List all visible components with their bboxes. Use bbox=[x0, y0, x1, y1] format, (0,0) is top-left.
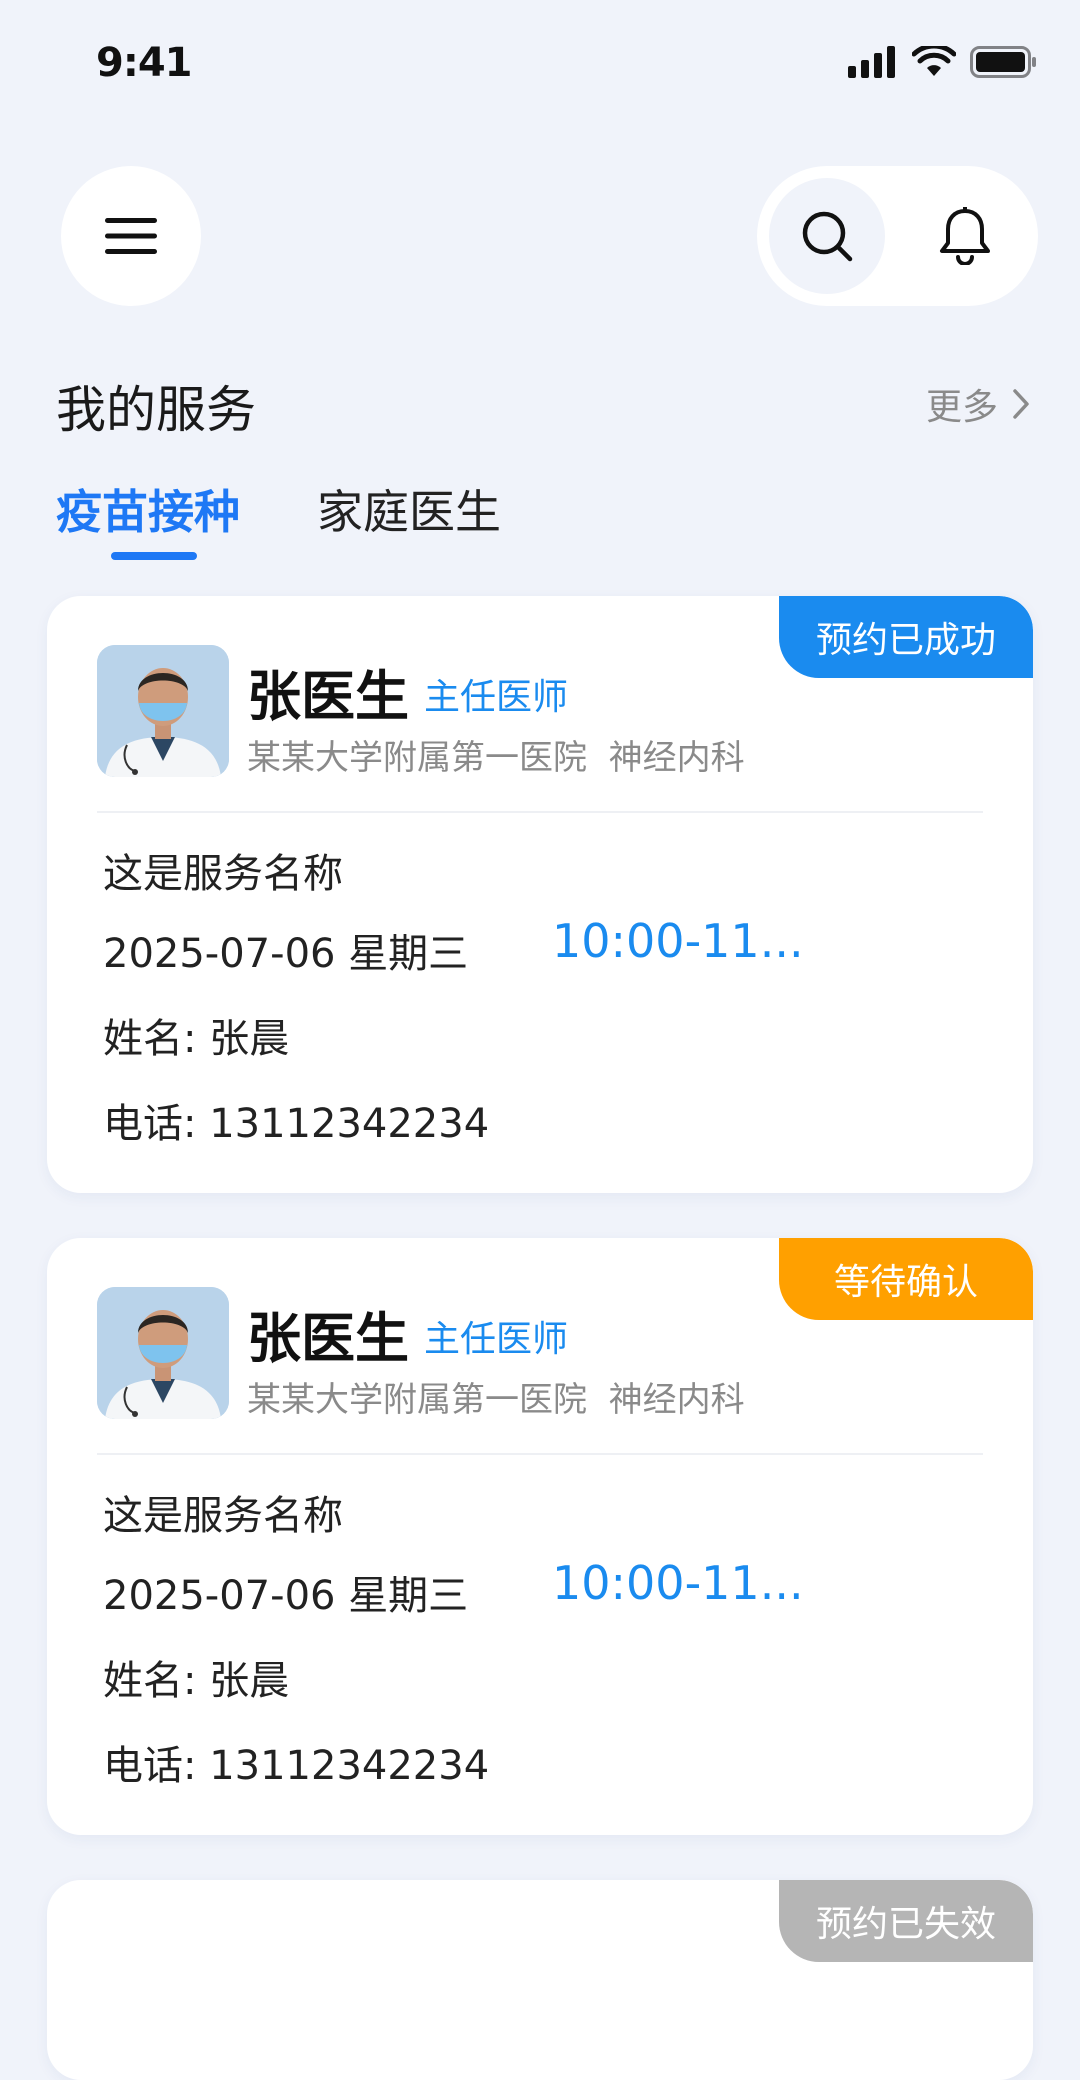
doctor-affiliation: 某某大学附属第一医院 神经内科 bbox=[247, 1372, 745, 1421]
date-value: 2025-07-06 bbox=[103, 1573, 336, 1619]
card-divider bbox=[97, 811, 983, 813]
phone-label: 电话: bbox=[103, 1101, 197, 1147]
doctor-title: 主任医师 bbox=[424, 677, 569, 718]
appointment-card[interactable]: 等待确认 张医生 主任医师 某某大学附属第一医院 神经内科 这是服务名称 202… bbox=[47, 1238, 1033, 1835]
section-title: 我的服务 bbox=[56, 381, 256, 439]
status-bar: 9:41 bbox=[0, 0, 1080, 130]
patient-name-line: 姓名: 张晨 bbox=[103, 1648, 289, 1706]
phone-line: 电话: 13112342234 bbox=[103, 1091, 489, 1149]
doctor-avatar bbox=[97, 1287, 229, 1419]
header-actions bbox=[757, 166, 1038, 306]
notification-button[interactable] bbox=[907, 178, 1023, 294]
patient-name: 张晨 bbox=[209, 1016, 290, 1062]
status-badge: 预约已失效 bbox=[779, 1880, 1033, 1962]
department-name: 神经内科 bbox=[608, 1380, 745, 1420]
patient-name: 张晨 bbox=[209, 1658, 290, 1704]
weekday-value: 星期三 bbox=[348, 931, 469, 977]
phone-line: 电话: 13112342234 bbox=[103, 1733, 489, 1791]
menu-button[interactable] bbox=[61, 166, 201, 306]
menu-icon bbox=[105, 218, 157, 254]
bell-icon bbox=[940, 207, 990, 265]
time-slot: 10:00-11... bbox=[552, 914, 804, 968]
card-divider bbox=[97, 1453, 983, 1455]
status-time: 9:41 bbox=[96, 40, 192, 86]
wifi-icon bbox=[912, 46, 956, 76]
tab-family-doctor[interactable]: 家庭医生 bbox=[317, 476, 501, 542]
status-badge: 预约已成功 bbox=[779, 596, 1033, 678]
appointment-date: 2025-07-06 星期三 bbox=[103, 921, 468, 979]
hospital-name: 某某大学附属第一医院 bbox=[247, 1380, 587, 1420]
more-link[interactable]: 更多 bbox=[926, 378, 1030, 430]
battery-icon bbox=[970, 46, 1036, 78]
time-slot: 10:00-11... bbox=[552, 1556, 804, 1610]
chevron-right-icon bbox=[1013, 389, 1029, 419]
patient-label: 姓名: bbox=[103, 1658, 197, 1704]
department-name: 神经内科 bbox=[608, 738, 745, 778]
doctor-name: 张医生 bbox=[247, 1307, 409, 1370]
patient-name-line: 姓名: 张晨 bbox=[103, 1006, 289, 1064]
service-name: 这是服务名称 bbox=[103, 851, 343, 897]
signal-icon bbox=[848, 46, 895, 78]
phone-number: 13112342234 bbox=[209, 1743, 490, 1789]
appointment-card[interactable]: 预约已成功 张医生 主任医师 某某大学附属第一医院 神经内科 这是服务名称 20… bbox=[47, 596, 1033, 1193]
hospital-name: 某某大学附属第一医院 bbox=[247, 738, 587, 778]
doctor-affiliation: 某某大学附属第一医院 神经内科 bbox=[247, 730, 745, 779]
more-label: 更多 bbox=[925, 387, 998, 428]
doctor-title: 主任医师 bbox=[424, 1319, 569, 1360]
appointment-date: 2025-07-06 星期三 bbox=[103, 1563, 468, 1621]
patient-label: 姓名: bbox=[103, 1016, 197, 1062]
search-icon bbox=[802, 211, 853, 262]
weekday-value: 星期三 bbox=[348, 1573, 469, 1619]
status-badge: 等待确认 bbox=[779, 1238, 1033, 1320]
doctor-avatar bbox=[97, 645, 229, 777]
tab-vaccination[interactable]: 疫苗接种 bbox=[56, 476, 240, 542]
search-button[interactable] bbox=[769, 178, 885, 294]
date-value: 2025-07-06 bbox=[103, 931, 336, 977]
appointment-card[interactable]: 预约已失效 bbox=[47, 1880, 1033, 2080]
service-name: 这是服务名称 bbox=[103, 1493, 343, 1539]
active-tab-indicator bbox=[111, 552, 197, 560]
phone-label: 电话: bbox=[103, 1743, 197, 1789]
phone-number: 13112342234 bbox=[209, 1101, 490, 1147]
status-icons bbox=[848, 46, 1038, 78]
doctor-name: 张医生 bbox=[247, 665, 409, 728]
